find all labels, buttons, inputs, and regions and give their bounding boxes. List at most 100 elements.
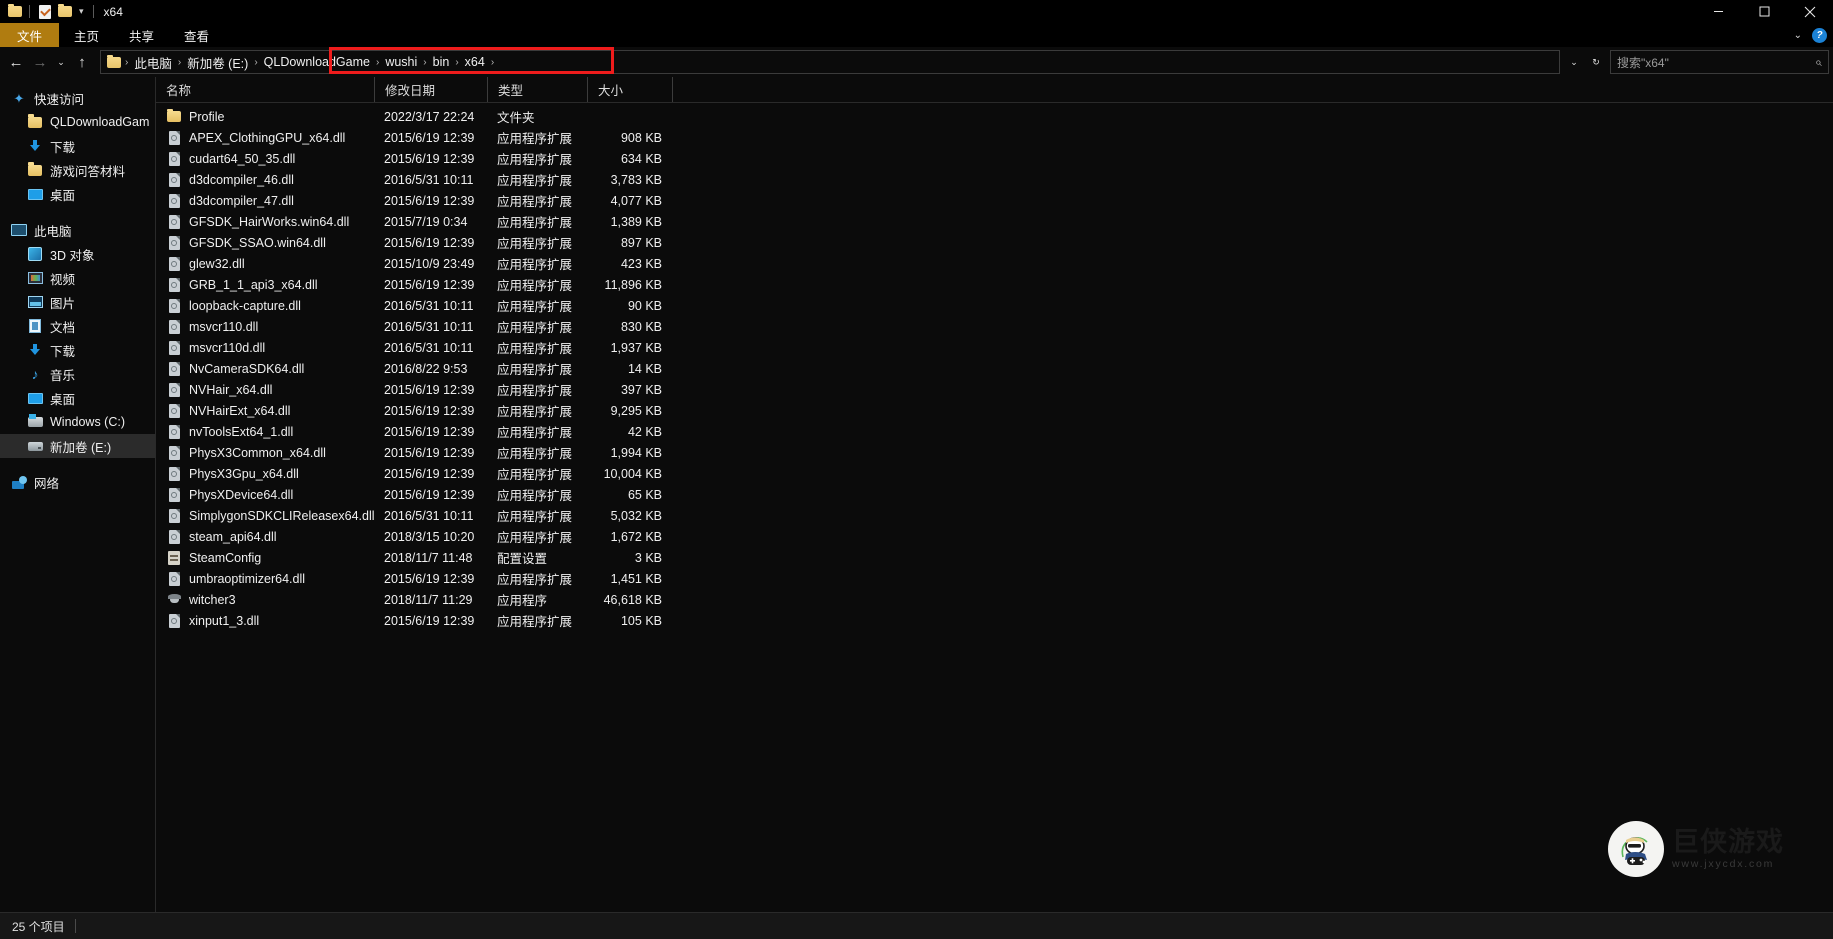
chevron-down-icon[interactable]: ⌄: [1794, 30, 1802, 41]
properties-icon[interactable]: [36, 3, 53, 20]
minimize-icon[interactable]: [1695, 0, 1741, 23]
column-header-size[interactable]: 大小: [587, 77, 672, 102]
file-name-cell[interactable]: NVHairExt_x64.dll: [156, 403, 374, 419]
table-row[interactable]: umbraoptimizer64.dll 2015/6/19 12:39 应用程序扩…: [156, 568, 1833, 589]
sidebar-item-this-pc[interactable]: 此电脑: [0, 218, 155, 242]
table-row[interactable]: PhysXDevice64.dll 2015/6/19 12:39 应用程序扩展 65…: [156, 484, 1833, 505]
sidebar-item-3d-objects[interactable]: 3D 对象: [0, 242, 155, 266]
file-name-cell[interactable]: GFSDK_SSAO.win64.dll: [156, 235, 374, 251]
file-name-cell[interactable]: glew32.dll: [156, 256, 374, 272]
table-row[interactable]: loopback-capture.dll 2016/5/31 10:11 应用程序扩…: [156, 295, 1833, 316]
tab-home[interactable]: 主页: [59, 23, 114, 47]
file-name-cell[interactable]: GRB_1_1_api3_x64.dll: [156, 277, 374, 293]
column-header-type[interactable]: 类型: [487, 77, 587, 102]
breadcrumb-item-wushi[interactable]: wushi: [380, 55, 422, 69]
table-row[interactable]: GRB_1_1_api3_x64.dll 2015/6/19 12:39 应用程序扩…: [156, 274, 1833, 295]
sidebar-item-pictures[interactable]: 图片: [0, 290, 155, 314]
help-icon[interactable]: ?: [1812, 27, 1827, 43]
file-name-cell[interactable]: loopback-capture.dll: [156, 298, 374, 314]
table-row[interactable]: SimplygonSDKCLIReleasex64.dll 2016/5/31 1…: [156, 505, 1833, 526]
sidebar-item-game-qa-materials[interactable]: 游戏问答材料: [0, 158, 155, 182]
file-type-cell: 应用程序扩展: [497, 384, 573, 398]
file-name-cell[interactable]: d3dcompiler_46.dll: [156, 172, 374, 188]
sidebar-item-documents[interactable]: 文档: [0, 314, 155, 338]
sidebar-item-windows-c[interactable]: Windows (C:): [0, 410, 155, 434]
tab-share[interactable]: 共享: [114, 23, 169, 47]
table-row[interactable]: d3dcompiler_46.dll 2016/5/31 10:11 应用程序扩展 3…: [156, 169, 1833, 190]
table-row[interactable]: msvcr110.dll 2016/5/31 10:11 应用程序扩展 830 KB: [156, 316, 1833, 337]
breadcrumb-item-bin[interactable]: bin: [428, 55, 455, 69]
breadcrumb-item-this-pc[interactable]: 此电脑: [129, 53, 177, 72]
table-row[interactable]: glew32.dll 2015/10/9 23:49 应用程序扩展 423 KB: [156, 253, 1833, 274]
table-row[interactable]: NvCameraSDK64.dll 2016/8/22 9:53 应用程序扩展 14 …: [156, 358, 1833, 379]
file-size-cell: 1,994 KB: [610, 445, 662, 460]
file-name-cell[interactable]: PhysX3Common_x64.dll: [156, 445, 374, 461]
up-arrow-icon[interactable]: ↑: [70, 50, 94, 74]
table-row[interactable]: witcher3 2018/11/7 11:29 应用程序 46,618 KB: [156, 589, 1833, 610]
sidebar-item-qldownloadgame[interactable]: QLDownloadGam: [0, 110, 155, 134]
breadcrumb-item-volume-e[interactable]: 新加卷 (E:): [182, 53, 253, 72]
forward-arrow-icon[interactable]: →: [28, 50, 52, 74]
table-row[interactable]: d3dcompiler_47.dll 2015/6/19 12:39 应用程序扩展 4…: [156, 190, 1833, 211]
sidebar-item-music[interactable]: ♪ 音乐: [0, 362, 155, 386]
table-row[interactable]: PhysX3Common_x64.dll 2015/6/19 12:39 应用程序扩…: [156, 442, 1833, 463]
file-name-cell[interactable]: msvcr110d.dll: [156, 340, 374, 356]
file-name-cell[interactable]: steam_api64.dll: [156, 529, 374, 545]
maximize-icon[interactable]: [1741, 0, 1787, 23]
table-row[interactable]: PhysX3Gpu_x64.dll 2015/6/19 12:39 应用程序扩展 10…: [156, 463, 1833, 484]
tab-view[interactable]: 查看: [169, 23, 224, 47]
sidebar-item-videos[interactable]: 视频: [0, 266, 155, 290]
file-name-cell[interactable]: PhysXDevice64.dll: [156, 487, 374, 503]
column-header-name[interactable]: 名称: [156, 77, 374, 102]
sidebar-item-quick-access[interactable]: ✦ 快速访问: [0, 86, 155, 110]
file-name-cell[interactable]: SimplygonSDKCLIReleasex64.dll: [156, 508, 374, 524]
table-row[interactable]: NVHairExt_x64.dll 2015/6/19 12:39 应用程序扩展 9,…: [156, 400, 1833, 421]
file-name-cell[interactable]: d3dcompiler_47.dll: [156, 193, 374, 209]
column-header-date[interactable]: 修改日期: [374, 77, 487, 102]
file-name-cell[interactable]: NvCameraSDK64.dll: [156, 361, 374, 377]
file-name-cell[interactable]: cudart64_50_35.dll: [156, 151, 374, 167]
file-name-cell[interactable]: GFSDK_HairWorks.win64.dll: [156, 214, 374, 230]
table-row[interactable]: APEX_ClothingGPU_x64.dll 2015/6/19 12:39 应…: [156, 127, 1833, 148]
table-row[interactable]: GFSDK_SSAO.win64.dll 2015/6/19 12:39 应用程序扩…: [156, 232, 1833, 253]
table-row[interactable]: steam_api64.dll 2018/3/15 10:20 应用程序扩展 1,67…: [156, 526, 1833, 547]
file-name-cell[interactable]: PhysX3Gpu_x64.dll: [156, 466, 374, 482]
close-icon[interactable]: [1787, 0, 1833, 23]
file-name-cell[interactable]: msvcr110.dll: [156, 319, 374, 335]
tab-file[interactable]: 文件: [0, 23, 60, 47]
new-folder-icon[interactable]: [56, 3, 73, 20]
file-name-cell[interactable]: SteamConfig: [156, 550, 374, 566]
file-name-cell[interactable]: umbraoptimizer64.dll: [156, 571, 374, 587]
table-row[interactable]: Profile 2022/3/17 22:24 文件夹: [156, 106, 1833, 127]
search-input[interactable]: 搜索"x64" ⌕: [1610, 50, 1829, 74]
chevron-down-icon[interactable]: ⌄: [1564, 50, 1584, 74]
table-row[interactable]: xinput1_3.dll 2015/6/19 12:39 应用程序扩展 105 KB: [156, 610, 1833, 631]
file-name-cell[interactable]: NVHair_x64.dll: [156, 382, 374, 398]
sidebar-item-network[interactable]: 网络: [0, 470, 155, 494]
sidebar-item-downloads-qa[interactable]: 下载: [0, 134, 155, 158]
table-row[interactable]: cudart64_50_35.dll 2015/6/19 12:39 应用程序扩展 6…: [156, 148, 1833, 169]
table-row[interactable]: nvToolsExt64_1.dll 2015/6/19 12:39 应用程序扩展 4…: [156, 421, 1833, 442]
table-row[interactable]: SteamConfig 2018/11/7 11:48 配置设置 3 KB: [156, 547, 1833, 568]
search-icon[interactable]: ⌕: [1815, 55, 1822, 70]
breadcrumb-item-x64[interactable]: x64: [460, 55, 490, 69]
sidebar-item-desktop-qa[interactable]: 桌面: [0, 182, 155, 206]
file-name-cell[interactable]: witcher3: [156, 592, 374, 608]
customize-caret-icon[interactable]: ▾: [76, 7, 87, 16]
table-row[interactable]: NVHair_x64.dll 2015/6/19 12:39 应用程序扩展 397 K…: [156, 379, 1833, 400]
file-name-cell[interactable]: xinput1_3.dll: [156, 613, 374, 629]
sidebar-item-downloads[interactable]: 下载: [0, 338, 155, 362]
table-row[interactable]: GFSDK_HairWorks.win64.dll 2015/7/19 0:34 应…: [156, 211, 1833, 232]
file-name-cell[interactable]: APEX_ClothingGPU_x64.dll: [156, 130, 374, 146]
recent-locations-icon[interactable]: ⌄: [52, 50, 70, 74]
file-name-cell[interactable]: Profile: [156, 108, 374, 125]
breadcrumb-item-qldownloadgame[interactable]: QLDownloadGame: [259, 55, 375, 69]
folder-icon[interactable]: [6, 3, 23, 20]
sidebar-item-volume-e[interactable]: 新加卷 (E:): [0, 434, 155, 458]
refresh-icon[interactable]: ↻: [1586, 50, 1606, 74]
table-row[interactable]: msvcr110d.dll 2016/5/31 10:11 应用程序扩展 1,937 …: [156, 337, 1833, 358]
back-arrow-icon[interactable]: ←: [4, 50, 28, 74]
file-name-cell[interactable]: nvToolsExt64_1.dll: [156, 424, 374, 440]
breadcrumb[interactable]: › 此电脑 › 新加卷 (E:) › QLDownloadGame › wush…: [100, 47, 1560, 74]
sidebar-item-desktop[interactable]: 桌面: [0, 386, 155, 410]
